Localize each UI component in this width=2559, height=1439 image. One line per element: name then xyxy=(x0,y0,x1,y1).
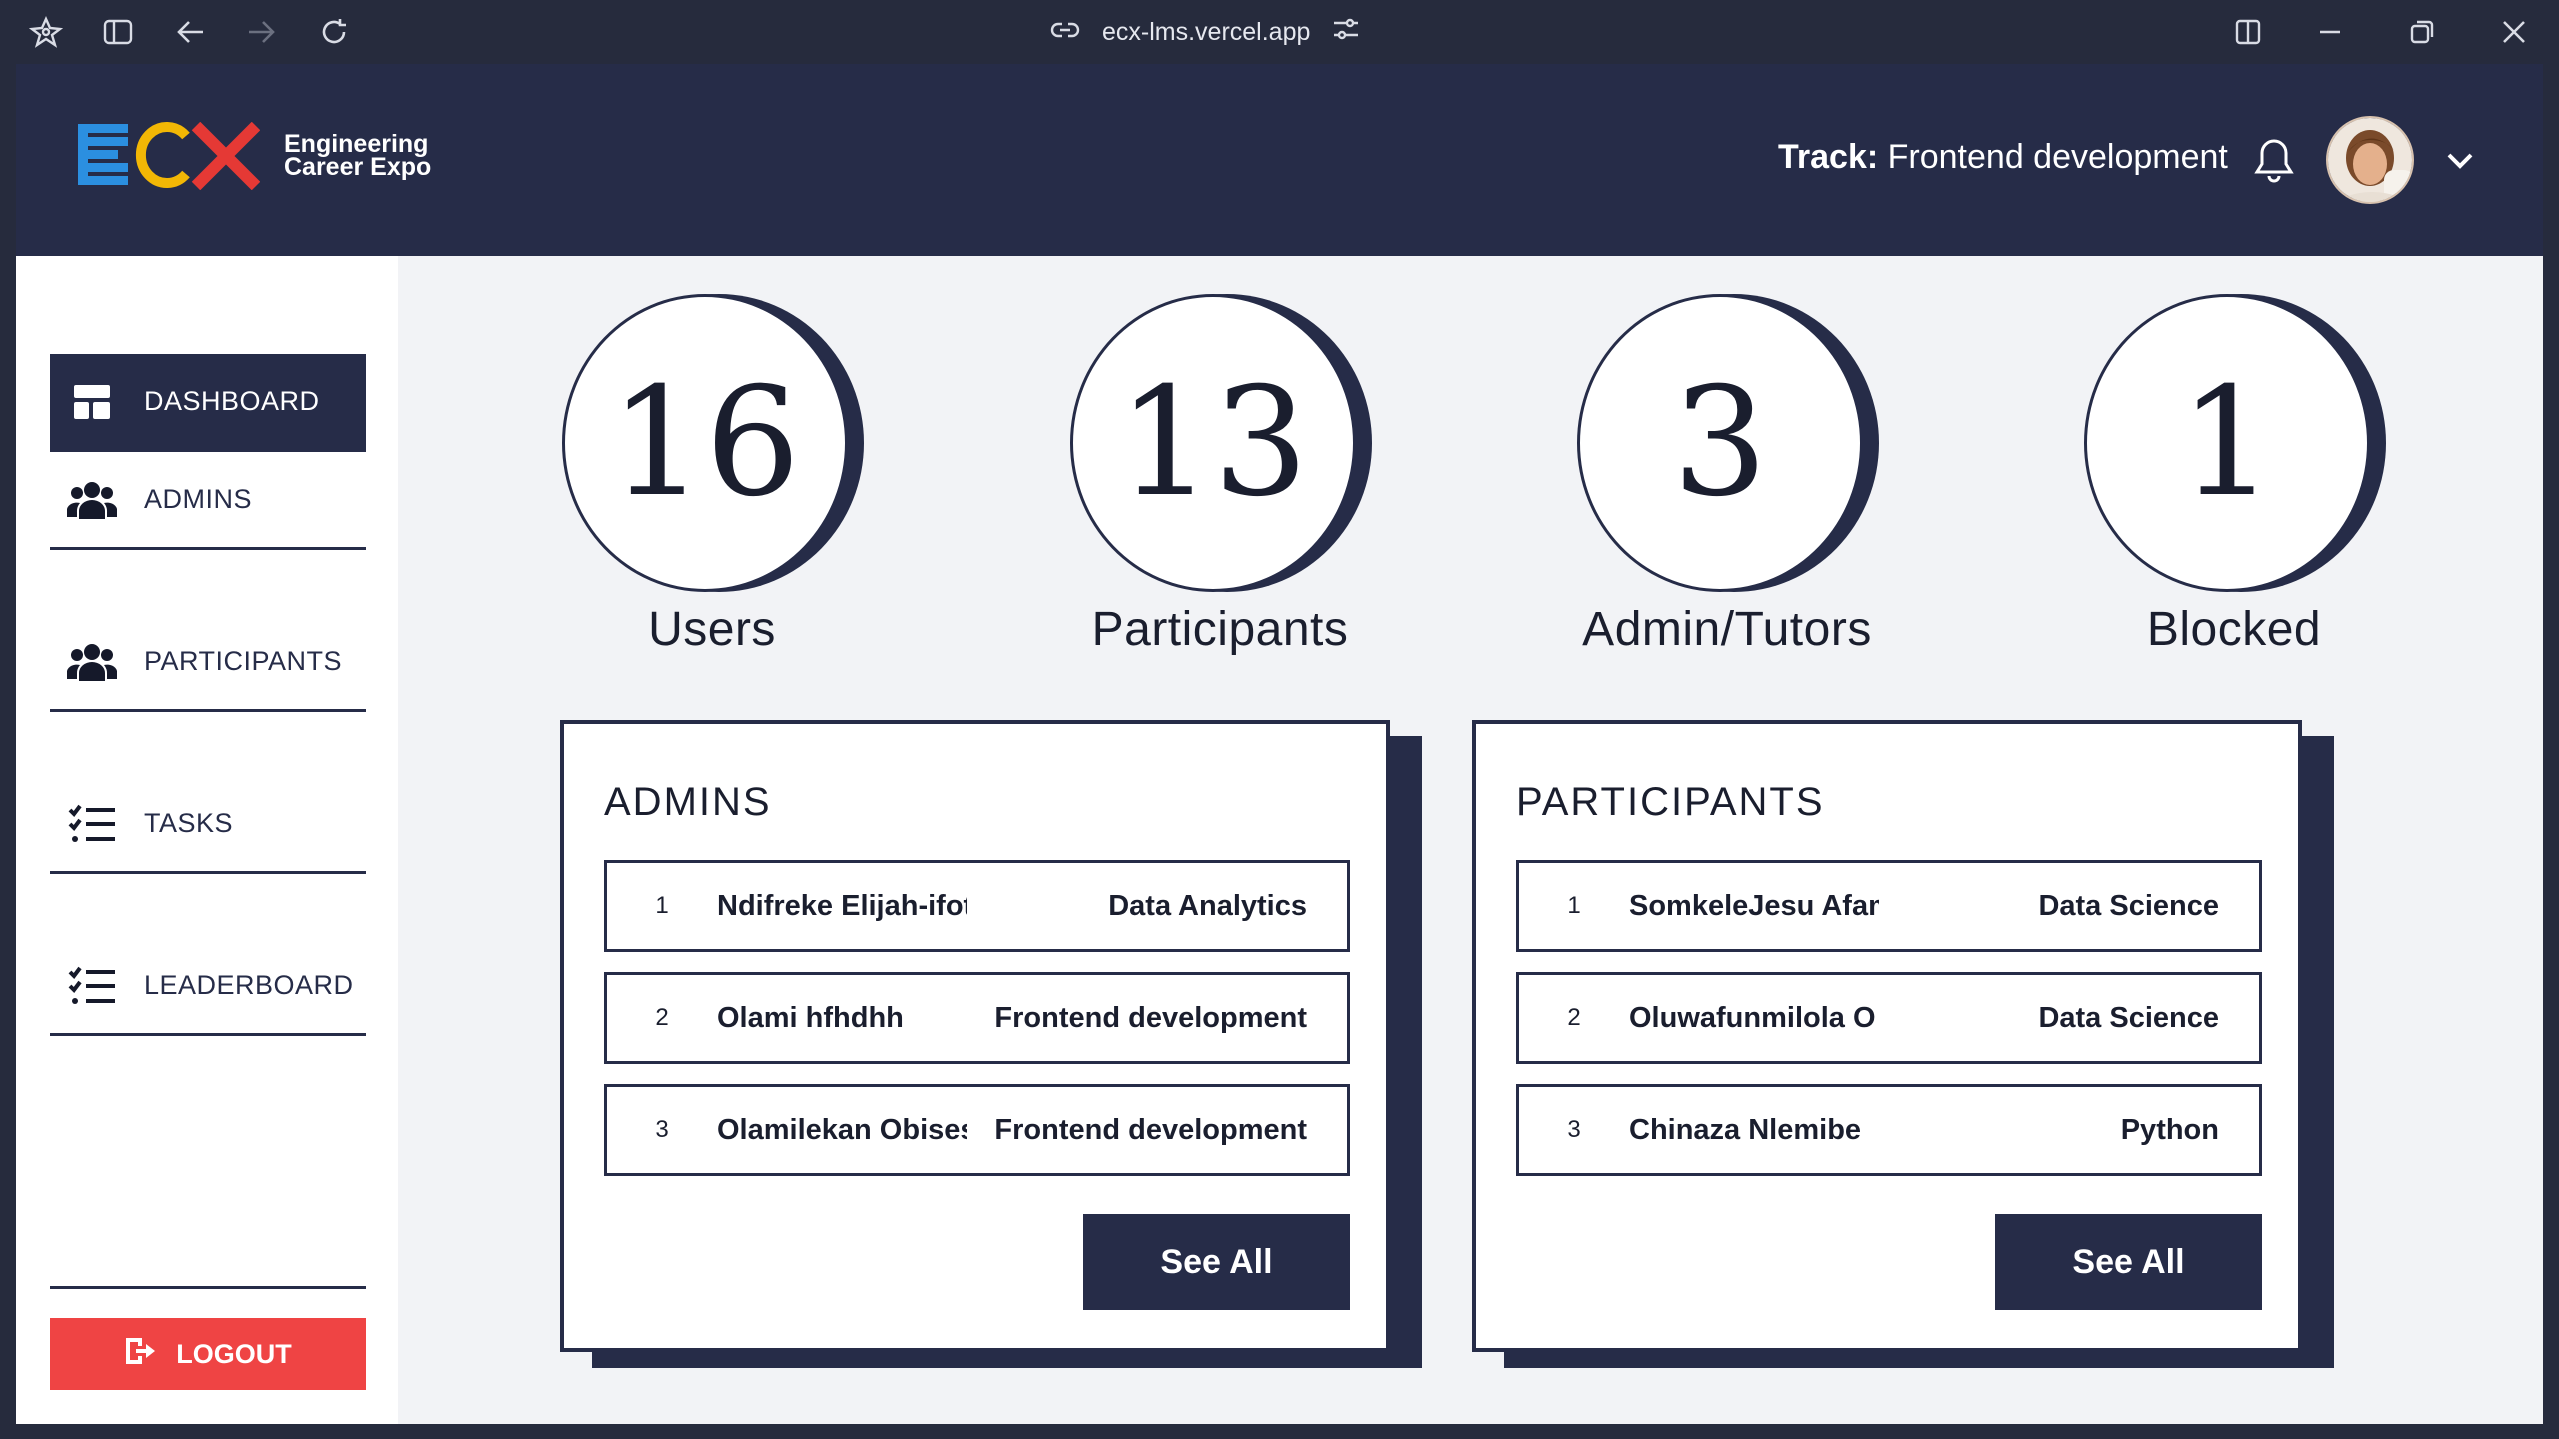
app-icon[interactable] xyxy=(26,12,66,52)
app-window: Engineering Career Expo Track: Frontend … xyxy=(16,64,2543,1424)
track-info: Track: Frontend development xyxy=(1778,138,2228,177)
row-track: Python xyxy=(2120,1113,2219,1146)
stat-value: 16 xyxy=(562,294,848,592)
reload-icon[interactable] xyxy=(314,12,354,52)
stat-value: 13 xyxy=(1070,294,1356,592)
sidebar-item-label: DASHBOARD xyxy=(144,386,320,416)
table-row[interactable]: 2 Olami hfhdhh Frontend development xyxy=(604,972,1350,1064)
stat-label: Users xyxy=(648,603,776,656)
back-icon[interactable] xyxy=(170,12,210,52)
sidebar: DASHBOARD ADMINS PARTICIPANTS TASKS LEAD… xyxy=(16,256,398,1424)
sidebar-item-dashboard[interactable]: DASHBOARD xyxy=(50,354,366,452)
stat-participants: 13 Participants xyxy=(1040,294,1400,657)
chevron-down-icon[interactable] xyxy=(2440,144,2480,176)
dashboard-icon xyxy=(64,374,120,430)
stat-admin-tutors: 3 Admin/Tutors xyxy=(1547,294,1907,657)
stat-label: Participants xyxy=(1091,603,1349,656)
row-track: Data Science xyxy=(2038,889,2219,922)
checklist-icon xyxy=(64,796,120,852)
sidebar-item-admins[interactable]: ADMINS xyxy=(50,452,366,550)
card-title: ADMINS xyxy=(604,780,772,824)
address-bar-url[interactable]: ecx-lms.vercel.app xyxy=(1102,18,1310,47)
logout-icon xyxy=(124,1336,156,1373)
track-label: Track: xyxy=(1778,138,1879,176)
stat-blocked: 1 Blocked xyxy=(2054,294,2414,657)
sidebar-item-participants[interactable]: PARTICIPANTS xyxy=(50,614,366,712)
restore-icon[interactable] xyxy=(2402,12,2442,52)
logo-line-2: Career Expo xyxy=(284,153,432,181)
see-all-admins-button[interactable]: See All xyxy=(1083,1214,1350,1310)
row-name: Oluwafunmilola O xyxy=(1629,1001,1876,1034)
row-number: 3 xyxy=(655,1116,669,1143)
row-track: Data Science xyxy=(2038,1001,2219,1034)
sidebar-item-label: LEADERBOARD xyxy=(144,970,354,1000)
row-track: Data Analytics xyxy=(1108,889,1307,922)
ecx-logo[interactable]: Engineering Career Expo xyxy=(78,122,431,190)
stat-value: 1 xyxy=(2084,294,2370,592)
row-track: Frontend development xyxy=(994,1001,1307,1034)
browser-toolbar: ecx-lms.vercel.app xyxy=(0,0,2559,64)
table-row[interactable]: 3 Olamilekan Obisesan Frontend developme… xyxy=(604,1084,1350,1176)
row-number: 2 xyxy=(655,1004,669,1031)
site-settings-icon[interactable] xyxy=(1332,17,1360,48)
ecx-logo-mark-icon xyxy=(78,122,260,190)
table-row[interactable]: 1 SomkeleJesu Afam Data Science xyxy=(1516,860,2262,952)
table-row[interactable]: 1 Ndifreke Elijah-ifot Data Analytics xyxy=(604,860,1350,952)
stat-value: 3 xyxy=(1577,294,1863,592)
avatar[interactable] xyxy=(2326,116,2414,204)
track-value: Frontend development xyxy=(1887,138,2228,176)
split-view-icon[interactable] xyxy=(2228,12,2268,52)
bell-icon[interactable] xyxy=(2252,136,2296,184)
stat-label: Admin/Tutors xyxy=(1582,603,1872,656)
minimize-icon[interactable] xyxy=(2310,12,2350,52)
app-header: Engineering Career Expo Track: Frontend … xyxy=(16,64,2543,256)
sidebar-item-leaderboard[interactable]: LEADERBOARD xyxy=(50,938,366,1036)
users-icon xyxy=(64,472,120,528)
row-name: SomkeleJesu Afam xyxy=(1629,889,1879,922)
row-name: Olamilekan Obisesan xyxy=(717,1113,967,1146)
row-name: Chinaza Nlemibe xyxy=(1629,1113,1862,1146)
close-icon[interactable] xyxy=(2494,12,2534,52)
row-number: 3 xyxy=(1567,1116,1581,1143)
sidebar-divider xyxy=(50,1286,366,1289)
sidebar-toggle-icon[interactable] xyxy=(98,12,138,52)
row-number: 1 xyxy=(655,892,669,919)
sidebar-item-tasks[interactable]: TASKS xyxy=(50,776,366,874)
row-name: Ndifreke Elijah-ifot xyxy=(717,889,967,922)
admins-card: ADMINS 1 Ndifreke Elijah-ifot Data Analy… xyxy=(560,720,1390,1352)
link-icon xyxy=(1050,18,1080,47)
row-number: 2 xyxy=(1567,1004,1581,1031)
users-icon xyxy=(64,634,120,690)
checklist-icon xyxy=(64,958,120,1014)
logout-button[interactable]: LOGOUT xyxy=(50,1318,366,1390)
see-all-participants-button[interactable]: See All xyxy=(1995,1214,2262,1310)
stat-users: 16 Users xyxy=(532,294,892,657)
row-name: Olami hfhdhh xyxy=(717,1001,904,1034)
forward-icon[interactable] xyxy=(242,12,282,52)
row-number: 1 xyxy=(1567,892,1581,919)
row-track: Frontend development xyxy=(994,1113,1307,1146)
card-title: PARTICIPANTS xyxy=(1516,780,1825,824)
participants-card: PARTICIPANTS 1 SomkeleJesu Afam Data Sci… xyxy=(1472,720,2302,1352)
sidebar-item-label: ADMINS xyxy=(144,484,253,514)
sidebar-item-label: PARTICIPANTS xyxy=(144,646,343,676)
table-row[interactable]: 2 Oluwafunmilola O Data Science xyxy=(1516,972,2262,1064)
sidebar-item-label: TASKS xyxy=(144,808,234,838)
logout-label: LOGOUT xyxy=(176,1338,292,1369)
table-row[interactable]: 3 Chinaza Nlemibe Python xyxy=(1516,1084,2262,1176)
stat-label: Blocked xyxy=(2146,603,2322,656)
